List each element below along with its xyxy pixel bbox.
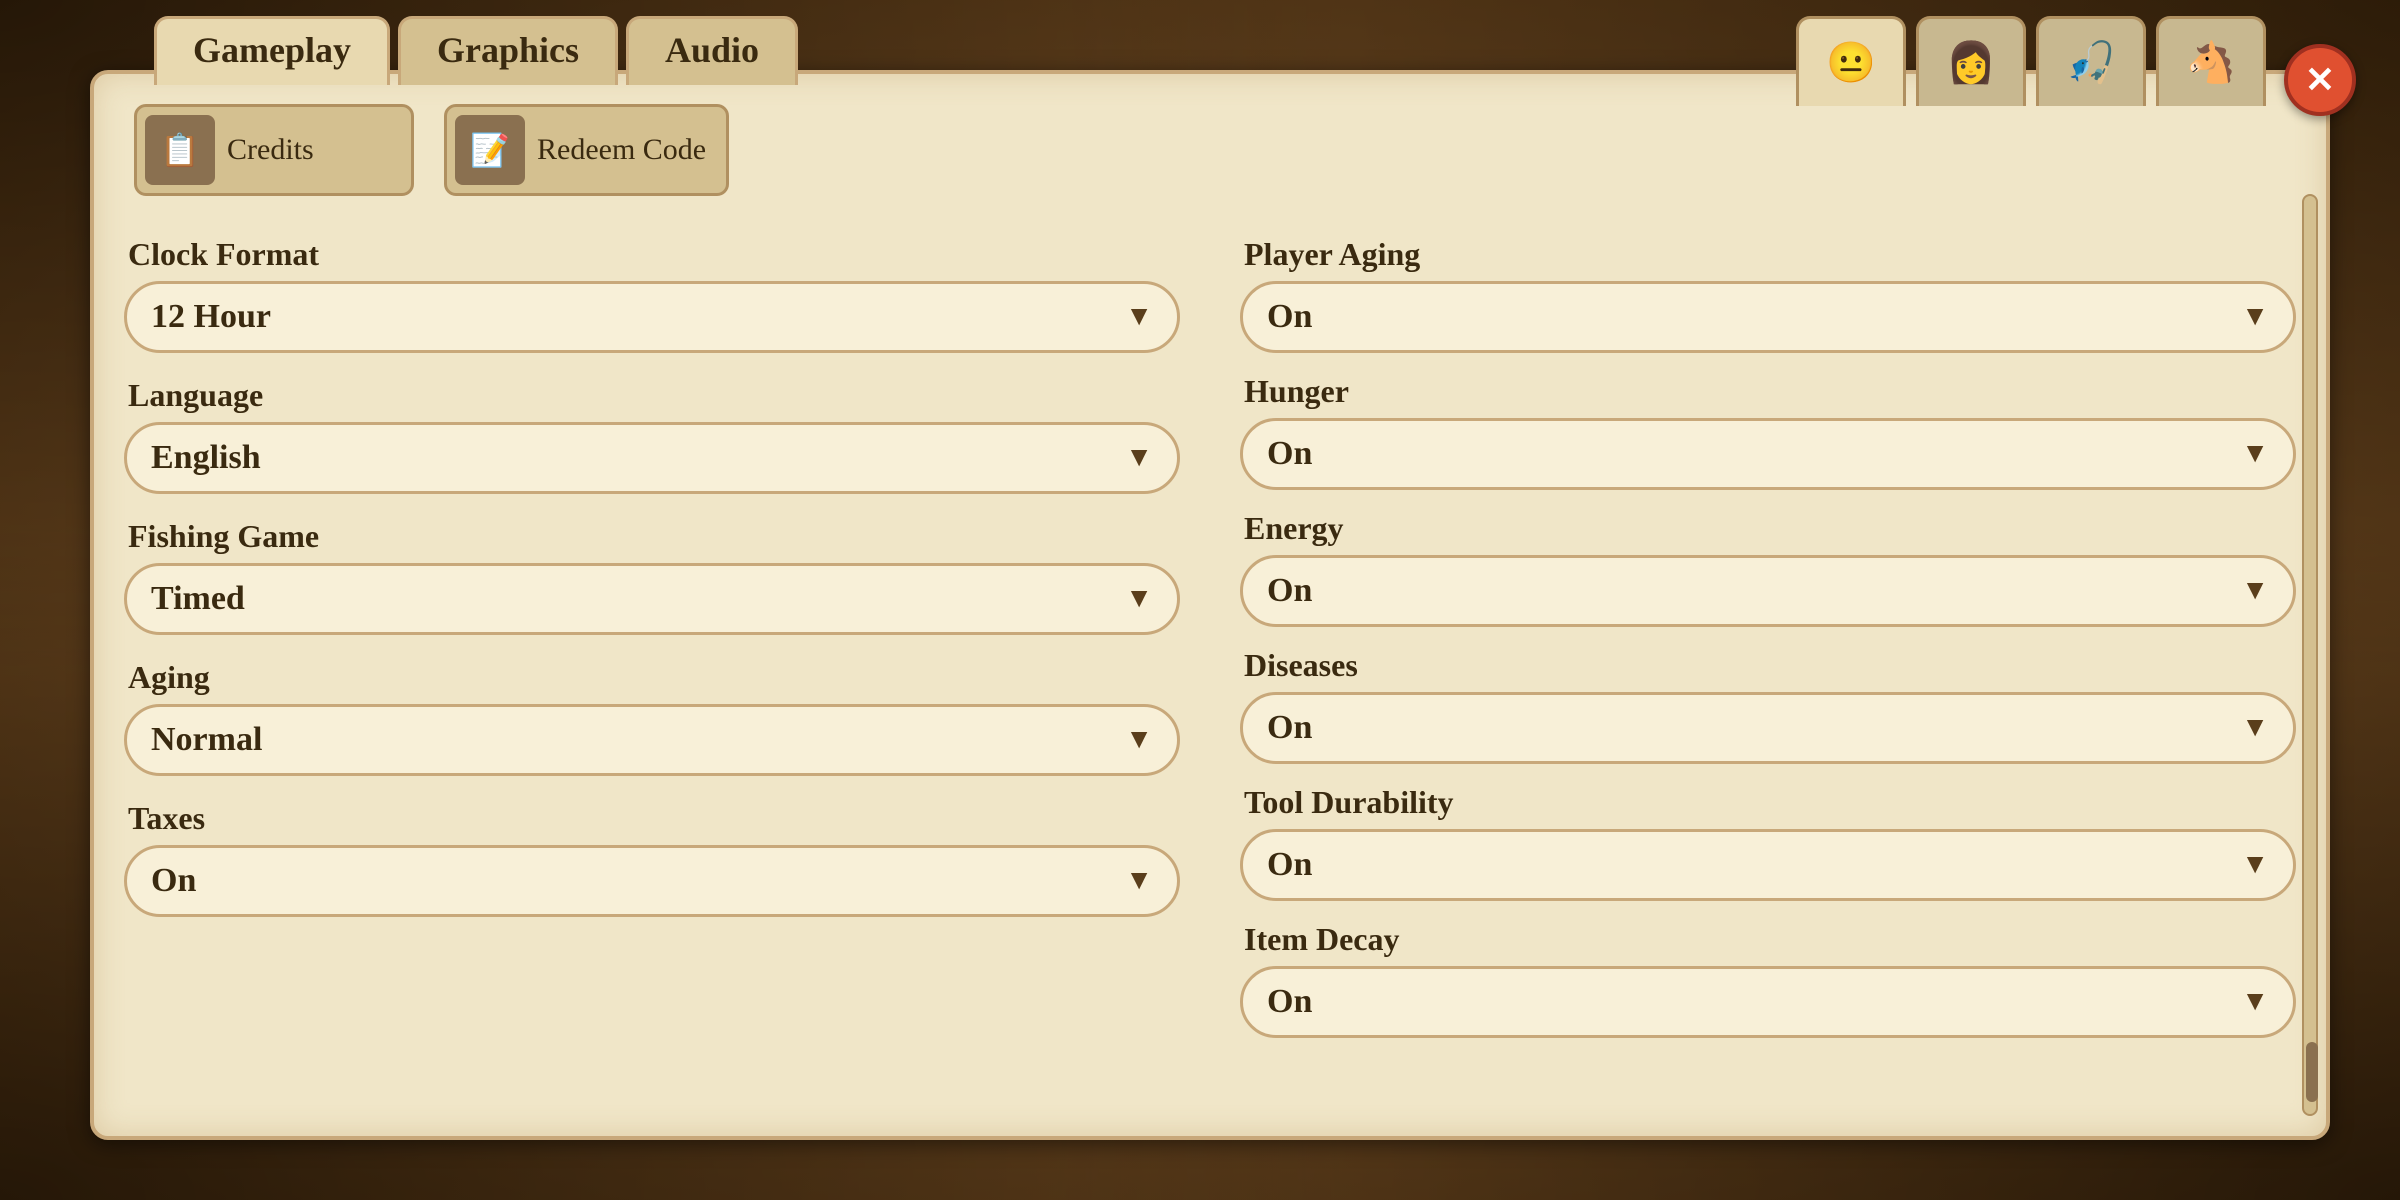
right-dropdown-value-5: On: [1267, 983, 1312, 1021]
left-column: Clock Format12 Hour▼LanguageEnglish▼Fish…: [124, 236, 1180, 1106]
right-dropdown-4[interactable]: On ▼: [1240, 829, 2296, 901]
right-setting-3: Diseases On ▼: [1240, 647, 2296, 764]
right-dropdown-arrow-2: ▼: [2241, 575, 2269, 607]
right-column: Player AgingOn▼HungerOn▼EnergyOn▼Disease…: [1240, 236, 2296, 1106]
left-setting-label-0: Clock Format: [124, 236, 1180, 273]
redeem-icon: 📝: [455, 115, 525, 185]
right-dropdown-arrow-1: ▼: [2241, 438, 2269, 470]
redeem-code-button[interactable]: 📝 Redeem Code: [444, 104, 729, 196]
settings-panel: Gameplay Graphics Audio 😐 👩 🎣 🐴 ✕ 📋 Cred…: [90, 70, 2330, 1140]
credits-icon: 📋: [145, 115, 215, 185]
right-dropdown-value-4: On: [1267, 846, 1312, 884]
tab-graphics[interactable]: Graphics: [398, 16, 618, 85]
right-setting-4: Tool Durability On ▼: [1240, 784, 2296, 901]
right-dropdown-5[interactable]: On ▼: [1240, 966, 2296, 1038]
tab-graphics-label: Graphics: [437, 30, 579, 70]
left-dropdown-value-2: Timed: [151, 580, 245, 618]
right-dropdown-value-3: On: [1267, 709, 1312, 747]
right-setting-1: Hunger On ▼: [1240, 373, 2296, 490]
left-setting-4: Taxes On ▼: [124, 800, 1180, 917]
left-dropdown-arrow-2: ▼: [1125, 583, 1153, 615]
left-dropdown-value-3: Normal: [151, 721, 262, 759]
right-setting-5: Item Decay On ▼: [1240, 921, 2296, 1038]
right-dropdown-value-1: On: [1267, 435, 1312, 473]
left-dropdown-value-1: English: [151, 439, 261, 477]
left-setting-0: Clock Format 12 Hour ▼: [124, 236, 1180, 353]
tab-audio-label: Audio: [665, 30, 759, 70]
credits-label: Credits: [227, 133, 314, 167]
tab-gameplay-label: Gameplay: [193, 30, 351, 70]
left-dropdown-value-0: 12 Hour: [151, 298, 271, 336]
right-setting-label-4: Tool Durability: [1240, 784, 2296, 821]
credits-button[interactable]: 📋 Credits: [134, 104, 414, 196]
left-dropdown-arrow-1: ▼: [1125, 442, 1153, 474]
left-dropdown-arrow-0: ▼: [1125, 301, 1153, 333]
left-setting-label-4: Taxes: [124, 800, 1180, 837]
left-dropdown-3[interactable]: Normal ▼: [124, 704, 1180, 776]
close-button[interactable]: ✕: [2284, 44, 2356, 116]
left-dropdown-2[interactable]: Timed ▼: [124, 563, 1180, 635]
right-dropdown-value-2: On: [1267, 572, 1312, 610]
tab-audio[interactable]: Audio: [626, 16, 798, 85]
right-dropdown-arrow-4: ▼: [2241, 849, 2269, 881]
left-setting-1: Language English ▼: [124, 377, 1180, 494]
right-dropdown-3[interactable]: On ▼: [1240, 692, 2296, 764]
settings-columns: Clock Format12 Hour▼LanguageEnglish▼Fish…: [124, 236, 2296, 1106]
left-setting-label-3: Aging: [124, 659, 1180, 696]
left-dropdown-1[interactable]: English ▼: [124, 422, 1180, 494]
char-icon-0[interactable]: 😐: [1796, 16, 1906, 106]
right-dropdown-1[interactable]: On ▼: [1240, 418, 2296, 490]
left-dropdown-arrow-3: ▼: [1125, 724, 1153, 756]
right-setting-0: Player Aging On ▼: [1240, 236, 2296, 353]
right-setting-2: Energy On ▼: [1240, 510, 2296, 627]
char-icon-1[interactable]: 👩: [1916, 16, 2026, 106]
right-setting-label-0: Player Aging: [1240, 236, 2296, 273]
right-dropdown-value-0: On: [1267, 298, 1312, 336]
redeem-code-label: Redeem Code: [537, 133, 706, 167]
scrollbar[interactable]: [2302, 194, 2318, 1116]
left-setting-3: Aging Normal ▼: [124, 659, 1180, 776]
right-setting-label-5: Item Decay: [1240, 921, 2296, 958]
top-buttons: 📋 Credits 📝 Redeem Code: [124, 104, 2296, 196]
left-setting-label-2: Fishing Game: [124, 518, 1180, 555]
left-setting-label-1: Language: [124, 377, 1180, 414]
right-dropdown-arrow-0: ▼: [2241, 301, 2269, 333]
tab-bar: Gameplay Graphics Audio: [154, 16, 798, 85]
right-setting-label-2: Energy: [1240, 510, 2296, 547]
char-icon-2[interactable]: 🎣: [2036, 16, 2146, 106]
right-dropdown-0[interactable]: On ▼: [1240, 281, 2296, 353]
close-icon: ✕: [2305, 59, 2335, 101]
right-dropdown-2[interactable]: On ▼: [1240, 555, 2296, 627]
right-dropdown-arrow-5: ▼: [2241, 986, 2269, 1018]
tab-gameplay[interactable]: Gameplay: [154, 16, 390, 85]
left-dropdown-arrow-4: ▼: [1125, 865, 1153, 897]
scrollbar-thumb[interactable]: [2306, 1042, 2318, 1102]
right-dropdown-arrow-3: ▼: [2241, 712, 2269, 744]
right-setting-label-1: Hunger: [1240, 373, 2296, 410]
left-setting-2: Fishing Game Timed ▼: [124, 518, 1180, 635]
left-dropdown-value-4: On: [151, 862, 196, 900]
character-icons: 😐 👩 🎣 🐴: [1796, 16, 2266, 106]
right-setting-label-3: Diseases: [1240, 647, 2296, 684]
left-dropdown-4[interactable]: On ▼: [124, 845, 1180, 917]
left-dropdown-0[interactable]: 12 Hour ▼: [124, 281, 1180, 353]
panel-content: 📋 Credits 📝 Redeem Code Clock Format 12 H…: [124, 104, 2296, 1106]
char-icon-3[interactable]: 🐴: [2156, 16, 2266, 106]
